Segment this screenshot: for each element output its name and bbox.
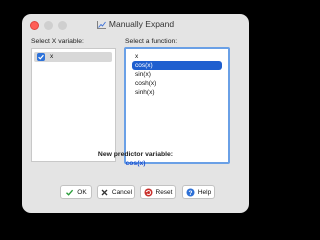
- cancel-button[interactable]: Cancel: [97, 185, 135, 199]
- help-icon: ?: [186, 188, 195, 197]
- checkmark-icon: [38, 54, 44, 60]
- help-button[interactable]: ? Help: [182, 185, 215, 199]
- x-icon: [100, 188, 109, 197]
- reset-button[interactable]: Reset: [140, 185, 176, 199]
- function-item-x[interactable]: x: [132, 52, 222, 61]
- new-variable-value: cos(x): [125, 160, 146, 167]
- function-item-cos[interactable]: cos(x): [132, 61, 222, 70]
- x-variable-label: Select X variable:: [31, 38, 84, 45]
- function-item-sinh[interactable]: sinh(x): [132, 88, 222, 97]
- new-variable-label: New predictor variable:: [97, 151, 174, 158]
- function-label: Select a function:: [125, 38, 178, 45]
- x-variable-checkbox[interactable]: [37, 53, 45, 61]
- cancel-button-label: Cancel: [111, 188, 133, 196]
- x-variable-item-label: x: [50, 53, 54, 60]
- svg-text:?: ?: [188, 190, 192, 197]
- manually-expand-dialog: Manually Expand Select X variable: x Sel…: [22, 14, 249, 213]
- ok-button-label: OK: [77, 188, 87, 196]
- checkmark-icon: [65, 188, 74, 197]
- title-bar: Manually Expand: [22, 14, 249, 38]
- ok-button[interactable]: OK: [60, 185, 92, 199]
- x-variable-item[interactable]: x: [34, 52, 112, 62]
- function-list[interactable]: x cos(x) sin(x) cosh(x) sinh(x): [124, 47, 230, 164]
- reset-button-label: Reset: [155, 188, 173, 196]
- x-variable-list[interactable]: x: [31, 48, 116, 162]
- window-title-group: Manually Expand: [22, 19, 249, 29]
- chart-icon: [96, 20, 106, 29]
- help-button-label: Help: [197, 188, 212, 196]
- function-item-cosh[interactable]: cosh(x): [132, 79, 222, 88]
- window-title: Manually Expand: [108, 19, 175, 29]
- reset-icon: [144, 188, 153, 197]
- function-item-sin[interactable]: sin(x): [132, 70, 222, 79]
